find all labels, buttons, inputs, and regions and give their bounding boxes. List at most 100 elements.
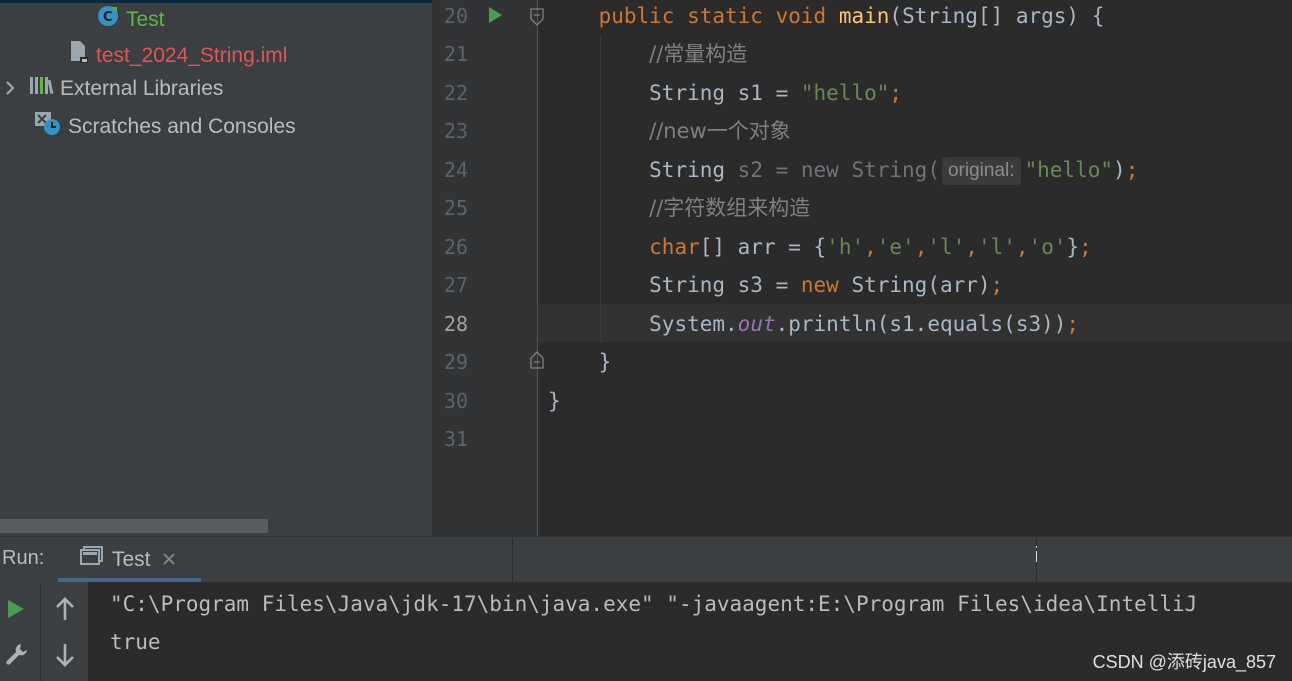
tree-item-label: Scratches and Consoles (68, 115, 296, 139)
code-text: } (598, 350, 612, 374)
comma: , (914, 235, 928, 259)
line-number-current: 28 (443, 312, 468, 336)
arrow-down-icon[interactable] (54, 642, 76, 673)
tree-item-label: External Libraries (60, 77, 224, 101)
semicolon: ; (1125, 158, 1139, 182)
char-literal: 'h' (826, 235, 865, 259)
code-line-20: public static void main(String[] args) { (548, 0, 1105, 35)
watermark: CSDN @添砖java_857 (1092, 652, 1276, 672)
code-line-21: //常量构造 (548, 35, 747, 73)
iml-file-icon (66, 39, 90, 74)
rerun-icon[interactable] (6, 598, 26, 625)
run-label: Run: (2, 547, 45, 569)
libraries-icon (28, 74, 54, 105)
line-number: 31 (443, 427, 468, 451)
line-number: 27 (443, 273, 468, 297)
code-text: [] arr = { (699, 235, 827, 259)
wrench-icon[interactable] (4, 642, 28, 671)
code-text: .println(s1.equals(s3)) (775, 312, 1067, 336)
run-tab-test[interactable]: Test (80, 545, 176, 575)
line-number: 24 (443, 158, 468, 182)
code-line-27: String s3 = new String(arr); (548, 266, 1003, 304)
run-gutter-icon[interactable] (487, 5, 503, 30)
keyword: char (649, 235, 700, 259)
line-number: 30 (443, 389, 468, 413)
console-line: "C:\Program Files\Java\jdk-17\bin\java.e… (110, 592, 1198, 616)
keyword: public (598, 4, 675, 28)
code-line-22: String s1 = "hello"; (548, 74, 902, 112)
toolbar-divider (40, 582, 41, 681)
semicolon: ; (990, 273, 1004, 297)
comment: //常量构造 (649, 42, 748, 66)
string-literal: "hello" (1024, 158, 1114, 182)
tree-item-scratches[interactable]: Scratches and Consoles (34, 109, 296, 139)
text-cursor-icon (1035, 546, 1038, 562)
close-icon[interactable] (162, 545, 176, 575)
keyword: static (687, 4, 763, 28)
semicolon: ; (1066, 312, 1080, 336)
comma: , (864, 235, 877, 259)
code-text: String(arr) (838, 273, 991, 297)
code-line-26: char[] arr = {'h','e','l','l','o'}; (548, 228, 1092, 266)
fold-icon[interactable] (529, 7, 545, 32)
gutter-divider (537, 0, 538, 536)
comma: , (965, 235, 978, 259)
code-line-23: //new一个对象 (548, 112, 791, 150)
line-number: 23 (443, 119, 468, 143)
line-number: 29 (443, 350, 468, 374)
semicolon: ; (1079, 235, 1092, 259)
comment: //new一个对象 (649, 119, 791, 143)
unused-code: s2 = new String( (737, 158, 940, 182)
svg-text:C: C (103, 10, 113, 25)
char-literal: 'l' (927, 235, 966, 259)
keyword: void (775, 4, 827, 28)
line-number: 20 (443, 4, 468, 28)
code-text: (String[] args) { (889, 4, 1105, 28)
tree-item-label: test_2024_String.iml (96, 44, 288, 68)
arrow-up-icon[interactable] (54, 596, 76, 627)
static-field: out (737, 312, 776, 336)
console-tab-icon (80, 545, 104, 575)
fold-icon[interactable] (529, 350, 545, 375)
code-text: ) (1113, 158, 1126, 182)
code-text: } (1066, 235, 1080, 259)
keyword: new (800, 273, 839, 297)
comma: , (1015, 235, 1029, 259)
code-text: } (548, 389, 561, 413)
tree-item-label: Test (126, 8, 165, 32)
code-text: System. (649, 312, 738, 336)
code-line-30: } (548, 382, 561, 420)
tree-item-test-class[interactable]: C Test (96, 4, 165, 34)
line-number: 25 (443, 196, 468, 220)
char-literal: 'l' (977, 235, 1016, 259)
line-number: 26 (443, 235, 468, 259)
line-number: 22 (443, 81, 468, 105)
scratches-icon (34, 109, 62, 146)
header-divider (512, 538, 513, 582)
semicolon: ; (889, 81, 903, 105)
code-text: String (649, 158, 738, 182)
run-toolwindow-header (0, 536, 1292, 583)
tree-item-external-libraries[interactable]: External Libraries (4, 74, 223, 104)
project-tree-panel: C Test test_2024_String.iml External Lib… (0, 0, 432, 536)
code-line-28: System.out.println(s1.equals(s3)); (548, 305, 1079, 343)
chevron-right-icon[interactable] (4, 75, 16, 105)
selection-edge (0, 0, 432, 3)
method-name: main (838, 4, 890, 28)
line-number: 21 (443, 42, 468, 66)
char-literal: 'e' (876, 235, 915, 259)
code-text: String s3 = (649, 273, 801, 297)
code-line-24: String s2 = new String(original: "hello")… (548, 151, 1138, 189)
parameter-hint: original: (941, 157, 1021, 185)
java-class-icon: C (96, 4, 120, 37)
code-line-29: } (548, 343, 612, 381)
console-line: true (110, 630, 161, 654)
run-tab-label: Test (112, 548, 151, 571)
char-literal: 'o' (1028, 235, 1067, 259)
code-text: String s1 = (649, 81, 801, 105)
horizontal-scrollbar[interactable] (0, 519, 268, 533)
tree-item-iml-file[interactable]: test_2024_String.iml (66, 39, 287, 69)
string-literal: "hello" (800, 81, 890, 105)
code-line-25: //字符数组来构造 (548, 189, 810, 227)
comment: //字符数组来构造 (649, 196, 811, 220)
